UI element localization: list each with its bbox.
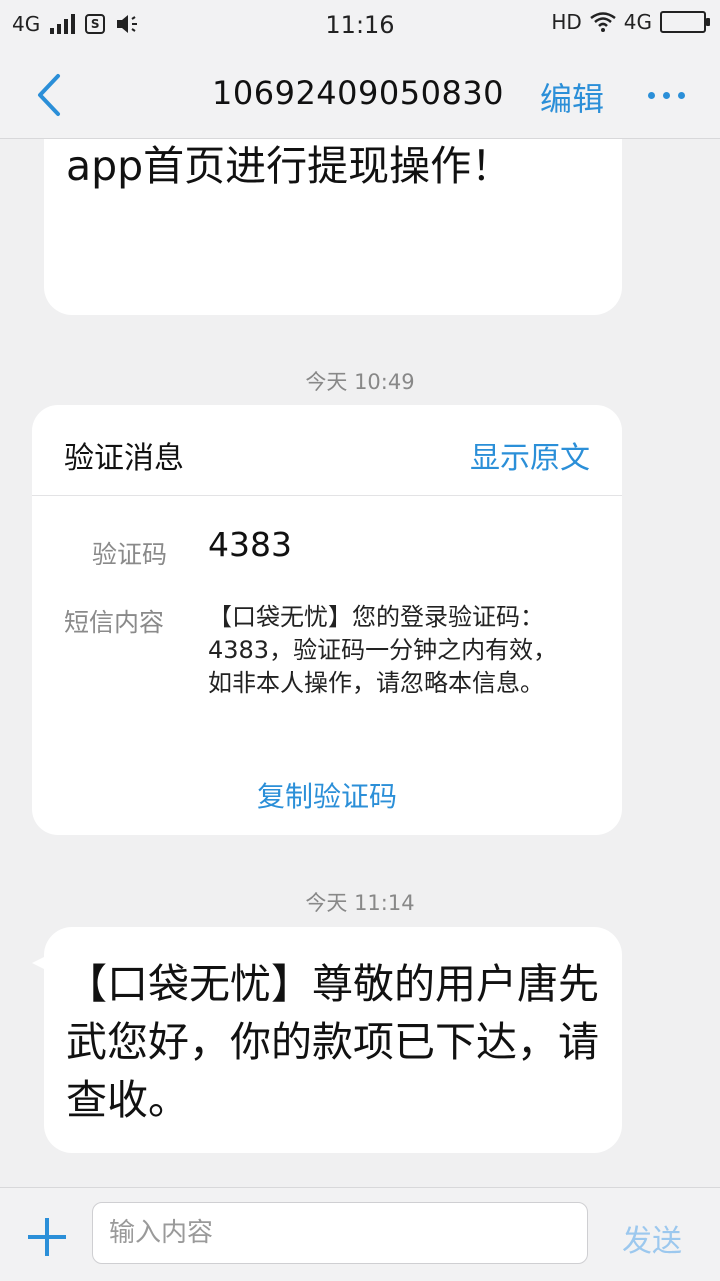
network-type-right: 4G (623, 10, 652, 34)
conversation-title: 10692409050830 (212, 74, 505, 112)
copy-code-button[interactable]: 复制验证码 (32, 775, 622, 815)
message-list[interactable]: 的授信审核已通过，马上登录app首页进行提现操作！ 今天 10:49 验证消息 … (0, 139, 720, 1187)
message-input[interactable] (92, 1202, 588, 1264)
status-bar: 4G S 11:16 HD 4G (0, 0, 720, 52)
edit-button[interactable]: 编辑 (540, 74, 604, 120)
message-text-2: 【口袋无忧】尊敬的用户唐先武您好，你的款项已下达，请查收。 (66, 960, 599, 1124)
message-bubble-1[interactable]: 的授信审核已通过，马上登录app首页进行提现操作！ (44, 139, 622, 315)
timestamp-1: 今天 10:49 (305, 370, 415, 394)
timestamp-2: 今天 11:14 (305, 891, 415, 915)
card-header: 验证消息 显示原文 (32, 405, 622, 496)
battery-icon (660, 11, 710, 33)
hd-indicator: HD (551, 10, 582, 34)
message-text-1: 的授信审核已通过，马上登录app首页进行提现操作！ (66, 142, 513, 190)
content-text: 【口袋无忧】您的登录验证码：4383，验证码一分钟之内有效，如非本人操作，请忽略… (208, 603, 558, 697)
input-bar: 发送 (0, 1187, 720, 1281)
verification-card: 验证消息 显示原文 验证码 4383 短信内容 【口袋无忧】您的登录验证码：43… (32, 405, 622, 835)
code-label: 验证码 (92, 540, 168, 569)
content-label: 短信内容 (64, 608, 165, 637)
more-options-icon[interactable] (648, 92, 685, 99)
card-title: 验证消息 (64, 441, 184, 476)
send-button[interactable]: 发送 (622, 1216, 682, 1260)
nav-bar: 10692409050830 编辑 (0, 52, 720, 139)
message-bubble-2[interactable]: 【口袋无忧】尊敬的用户唐先武您好，你的款项已下达，请查收。 (32, 927, 622, 1153)
status-right: HD 4G (551, 10, 710, 34)
code-value: 4383 (208, 525, 292, 564)
plus-icon[interactable] (28, 1218, 66, 1256)
show-original-button[interactable]: 显示原文 (470, 433, 590, 477)
back-arrow-icon[interactable] (30, 72, 70, 118)
wifi-icon (590, 12, 616, 32)
